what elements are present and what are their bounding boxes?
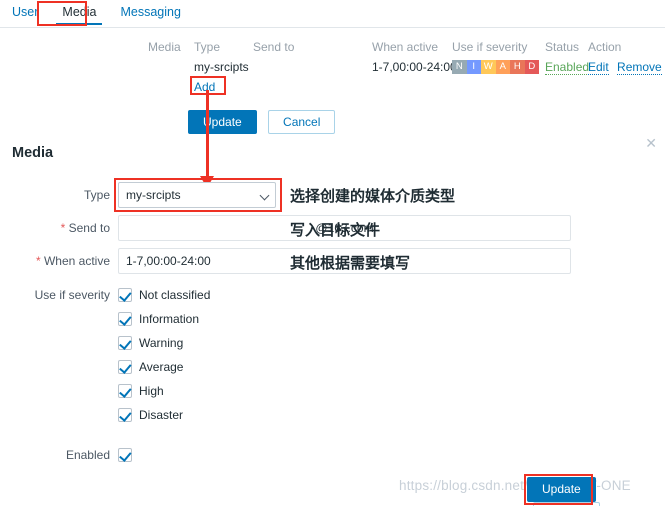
label-warning: Warning [139, 336, 184, 350]
column-header-type: Type [194, 40, 221, 54]
column-header-status: Status [545, 40, 580, 54]
severity-option-information: Information [0, 309, 665, 333]
checkbox-enabled[interactable] [118, 448, 132, 462]
edit-link[interactable]: Edit [588, 60, 609, 75]
cell-severity-badges: N I W A H D [452, 60, 539, 74]
severity-badge-warning: W [481, 60, 496, 74]
severity-option-disaster: Disaster [0, 405, 665, 429]
form-row-enabled: Enabled [0, 445, 665, 471]
annotation-arrow-line [206, 90, 209, 180]
media-row-label: Media [148, 40, 181, 54]
severity-badge-disaster: D [524, 60, 539, 74]
add-link[interactable]: Add [194, 80, 216, 95]
update-button-top[interactable]: Update [188, 110, 257, 134]
required-marker-send-to: * [60, 221, 66, 235]
label-high: High [139, 384, 164, 398]
checkbox-disaster[interactable] [118, 408, 132, 422]
severity-badge-average: A [495, 60, 510, 74]
tab-divider [0, 26, 665, 28]
top-button-group: Update Cancel [188, 110, 336, 134]
annotation-text-send-to: 写入目标文件 [290, 221, 381, 239]
type-select-value: my-srcipts [126, 188, 181, 202]
label-send-to-text: Send to [68, 221, 110, 235]
cell-action: Edit Remove [588, 60, 662, 75]
label-not-classified: Not classified [139, 288, 211, 302]
tab-media[interactable]: Media [50, 0, 108, 25]
form-row-use-if-severity: Use if severity Not classified Informati… [0, 285, 665, 433]
media-table: Media Type Send to When active Use if se… [0, 40, 665, 80]
severity-option-warning: Warning [0, 333, 665, 357]
label-when-active: * When active [0, 248, 110, 274]
dialog-title: Media [12, 145, 54, 161]
chevron-down-icon [259, 190, 270, 201]
column-header-when-active: When active [372, 40, 439, 54]
cancel-button-top[interactable]: Cancel [268, 110, 336, 134]
column-header-use-if-severity: Use if severity [452, 40, 528, 54]
remove-link[interactable]: Remove [617, 60, 662, 75]
tab-bar: User Media Messaging [0, 0, 665, 27]
checkbox-high[interactable] [118, 384, 132, 398]
severity-option-high: High [0, 381, 665, 405]
type-select-wrap: my-srcipts [118, 182, 276, 208]
status-badge[interactable]: Enabled [545, 60, 590, 75]
update-button-dialog[interactable]: Update [527, 477, 596, 502]
form-row-when-active: * When active 1-7,00:00-24:00 其他根据需要填写 [0, 248, 665, 274]
label-disaster: Disaster [139, 408, 184, 422]
label-type: Type [83, 188, 110, 202]
checkbox-warning[interactable] [118, 336, 132, 350]
tab-messaging[interactable]: Messaging [108, 0, 192, 25]
page-root: User Media Messaging Media Type Send to … [0, 0, 665, 506]
close-icon[interactable]: ✕ [645, 136, 657, 150]
cell-when-active: 1-7,00:00-24:00 [372, 60, 457, 74]
required-marker-when-active: * [35, 254, 41, 268]
checkbox-information[interactable] [118, 312, 132, 326]
label-average: Average [139, 360, 184, 374]
enabled-option [0, 445, 665, 469]
cell-status: Enabled [545, 60, 590, 75]
annotation-text-type: 选择创建的媒体介质类型 [290, 187, 456, 205]
severity-option-average: Average [0, 357, 665, 381]
annotation-text-when-active: 其他根据需要填写 [290, 254, 411, 272]
column-header-send-to: Send to [253, 40, 295, 54]
label-send-to: * Send to [0, 215, 110, 241]
cell-type: my-srcipts [194, 60, 249, 74]
severity-badge-high: H [510, 60, 525, 74]
column-header-action: Action [588, 40, 622, 54]
media-table-header-row: Media Type Send to When active Use if se… [0, 40, 665, 60]
severity-badge-information: I [466, 60, 481, 74]
severity-badge-not-classified: N [452, 60, 467, 74]
severity-option-not-classified: Not classified [0, 285, 665, 309]
checkbox-average[interactable] [118, 360, 132, 374]
label-when-active-text: When active [43, 254, 110, 268]
cancel-button-dialog[interactable]: Cancel [533, 502, 601, 506]
table-row: my-srcipts 1-7,00:00-24:00 N I W A H D E… [0, 60, 665, 80]
form-row-send-to: * Send to @163.com 写入目标文件 [0, 215, 665, 241]
label-information: Information [139, 312, 200, 326]
dialog-button-group: Update Cancel [527, 477, 665, 506]
form-row-type: Type my-srcipts 选择创建的媒体介质类型 [0, 178, 665, 212]
tab-user[interactable]: User [0, 0, 50, 25]
type-select[interactable]: my-srcipts [118, 182, 276, 208]
checkbox-not-classified[interactable] [118, 288, 132, 302]
media-form: Type my-srcipts 选择创建的媒体介质类型 * Send to @1… [0, 178, 665, 478]
